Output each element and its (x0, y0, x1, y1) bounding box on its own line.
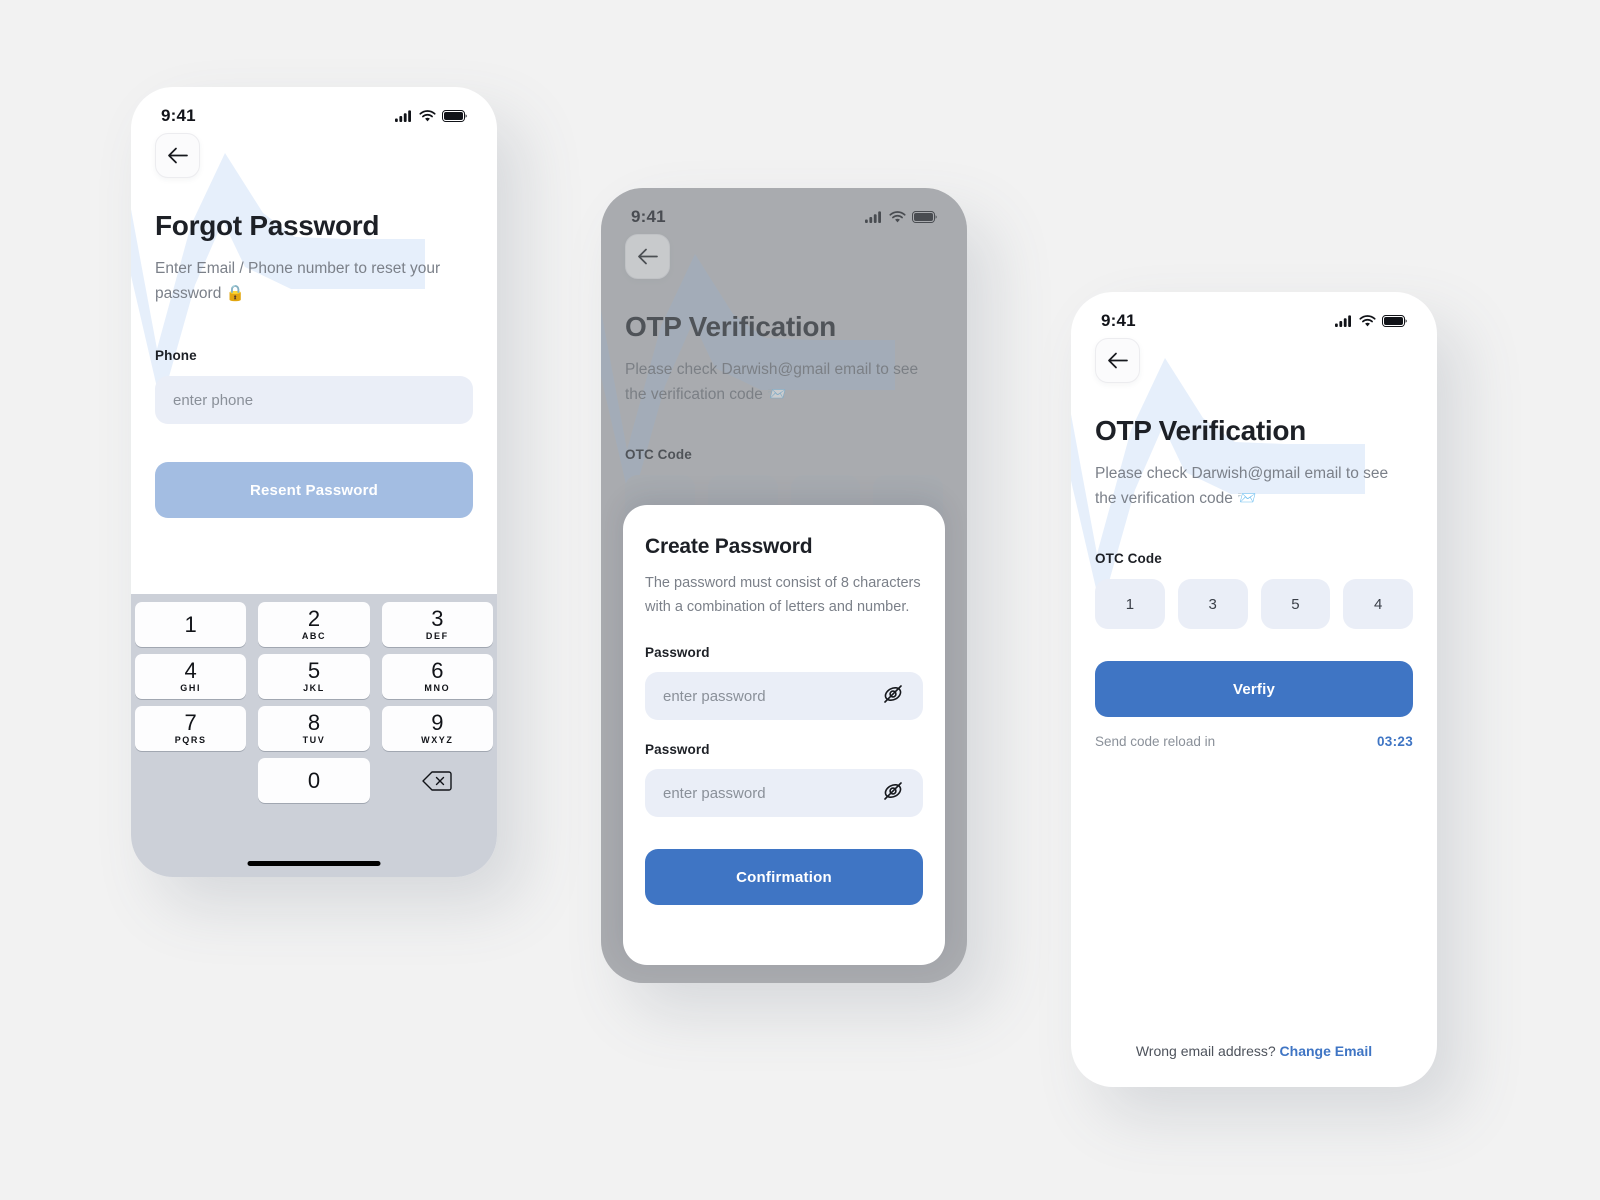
screenshot-canvas: 9:41 Forgot Password Enter Email / Phone… (0, 0, 1600, 1200)
key-number: 9 (431, 710, 444, 735)
keypad-row: 4 GHI 5 JKL 6 MNO (135, 654, 493, 699)
otc-code-row: 1 3 5 4 (1095, 579, 1413, 630)
key-number: 5 (307, 658, 321, 683)
key-number: 6 (431, 658, 444, 683)
key-7[interactable]: 7 PQRS (135, 706, 247, 751)
key-number: 3 (431, 606, 444, 631)
key-letters: GHI (180, 683, 202, 693)
password-placeholder-2: enter password (663, 784, 766, 802)
status-icons (1335, 315, 1407, 327)
key-letters: DEF (425, 631, 449, 641)
backspace-icon (422, 770, 453, 791)
wifi-icon (419, 110, 436, 122)
key-number: 7 (184, 710, 197, 735)
change-email-link[interactable]: Change Email (1280, 1043, 1373, 1059)
key-number: 8 (307, 710, 321, 735)
otc-box-3[interactable]: 5 (1260, 579, 1331, 630)
key-8[interactable]: 8 TUV (258, 706, 370, 751)
phone-field-label: Phone (155, 348, 197, 364)
verify-button[interactable]: Verfiy (1095, 661, 1413, 718)
key-number: 4 (184, 658, 197, 683)
eye-off-icon-glyph (884, 781, 902, 800)
otc-box-4[interactable]: 4 (1343, 579, 1413, 630)
page-subtitle: Please check Darwish@gmail email to see … (1095, 465, 1389, 508)
key-5[interactable]: 5 JKL (258, 654, 370, 699)
cellular-signal-icon (1335, 315, 1351, 327)
otc-box-2[interactable]: 3 (1177, 579, 1248, 630)
status-time: 9:41 (161, 106, 196, 125)
key-9[interactable]: 9 WXYZ (381, 706, 493, 751)
key-letters: MNO (424, 683, 451, 693)
screen-forgot-password: 9:41 Forgot Password Enter Email / Phone… (131, 87, 497, 877)
battery-icon (1382, 315, 1407, 327)
key-letters: WXYZ (421, 735, 454, 745)
phone-forgot-password: 9:41 Forgot Password Enter Email / Phone… (131, 87, 497, 877)
page-subtitle: Enter Email / Phone number to reset your… (155, 260, 441, 303)
keypad-row: 7 PQRS 8 TUV 9 WXYZ (135, 706, 493, 751)
key-letters: TUV (302, 735, 326, 745)
status-icons (395, 110, 467, 122)
key-number: 0 (307, 767, 321, 793)
keypad-row: 0 (135, 758, 493, 803)
resend-row: Send code reload in 03:23 (1095, 734, 1413, 749)
key-backspace[interactable] (382, 758, 493, 803)
page-title: OTP Verification (1095, 415, 1306, 446)
footer-note: Wrong email address? Change Email (1071, 1043, 1437, 1059)
password-label-2: Password (645, 742, 710, 758)
key-1[interactable]: 1 (135, 602, 247, 647)
otc-box-1[interactable]: 1 (1095, 579, 1165, 630)
key-number: 2 (307, 606, 321, 631)
cellular-signal-icon (395, 110, 411, 122)
screen-otp-with-modal: 9:41 OTP Verification Please check Darwi… (601, 188, 967, 983)
back-button[interactable] (155, 133, 200, 178)
eye-off-icon[interactable] (881, 779, 905, 808)
key-2[interactable]: 2 ABC (258, 602, 370, 647)
status-bar: 9:41 (131, 87, 497, 133)
wifi-icon (1359, 315, 1376, 327)
key-3[interactable]: 3 DEF (381, 602, 493, 647)
create-password-modal: Create Password The password must consis… (623, 505, 945, 965)
otc-code-label: OTC Code (1095, 551, 1162, 567)
footer-text: Wrong email address? (1135, 1043, 1276, 1059)
key-letters: JKL (303, 683, 325, 693)
battery-icon (442, 110, 467, 122)
content-forgot-password: Forgot Password Enter Email / Phone numb… (131, 133, 497, 519)
screen-otp-verification: 9:41 OTP Verification Please check Darwi… (1071, 292, 1437, 1087)
eye-off-icon[interactable] (881, 682, 905, 711)
phone-create-password: 9:41 OTP Verification Please check Darwi… (601, 188, 967, 983)
phone-otp-verification: 9:41 OTP Verification Please check Darwi… (1071, 292, 1437, 1087)
arrow-left-icon (1108, 352, 1128, 369)
phone-input-placeholder: enter phone (173, 391, 254, 409)
key-letters: ABC (301, 631, 327, 641)
resend-label: Send code reload in (1095, 734, 1216, 750)
home-indicator (247, 861, 381, 866)
resend-timer: 03:23 (1376, 734, 1413, 750)
confirmation-button[interactable]: Confirmation (645, 849, 923, 906)
status-bar: 9:41 (1071, 292, 1437, 338)
eye-off-icon-glyph (884, 684, 902, 703)
arrow-left-icon (168, 147, 188, 164)
key-blank (135, 758, 246, 803)
back-button[interactable] (1095, 338, 1140, 383)
password-placeholder-1: enter password (663, 687, 766, 705)
key-4[interactable]: 4 GHI (135, 654, 247, 699)
key-6[interactable]: 6 MNO (381, 654, 493, 699)
phone-input[interactable]: enter phone (155, 376, 473, 425)
key-number: 1 (184, 611, 197, 637)
password-input-1[interactable]: enter password (645, 672, 923, 721)
resent-password-button[interactable]: Resent Password (155, 462, 473, 519)
content-otp-verification: OTP Verification Please check Darwish@gm… (1071, 338, 1437, 749)
modal-title: Create Password (645, 535, 813, 558)
modal-description: The password must consist of 8 character… (645, 575, 921, 615)
status-time: 9:41 (1101, 311, 1136, 330)
key-0[interactable]: 0 (258, 758, 370, 803)
password-input-2[interactable]: enter password (645, 769, 923, 818)
password-label-1: Password (645, 645, 710, 661)
numeric-keypad: 1 2 ABC 3 DEF 4 GHI 5 JKL 6 MNO 7 PQRS 8… (131, 594, 497, 877)
keypad-row: 1 2 ABC 3 DEF (135, 602, 493, 647)
page-title: Forgot Password (155, 210, 380, 241)
key-letters: PQRS (174, 735, 207, 745)
